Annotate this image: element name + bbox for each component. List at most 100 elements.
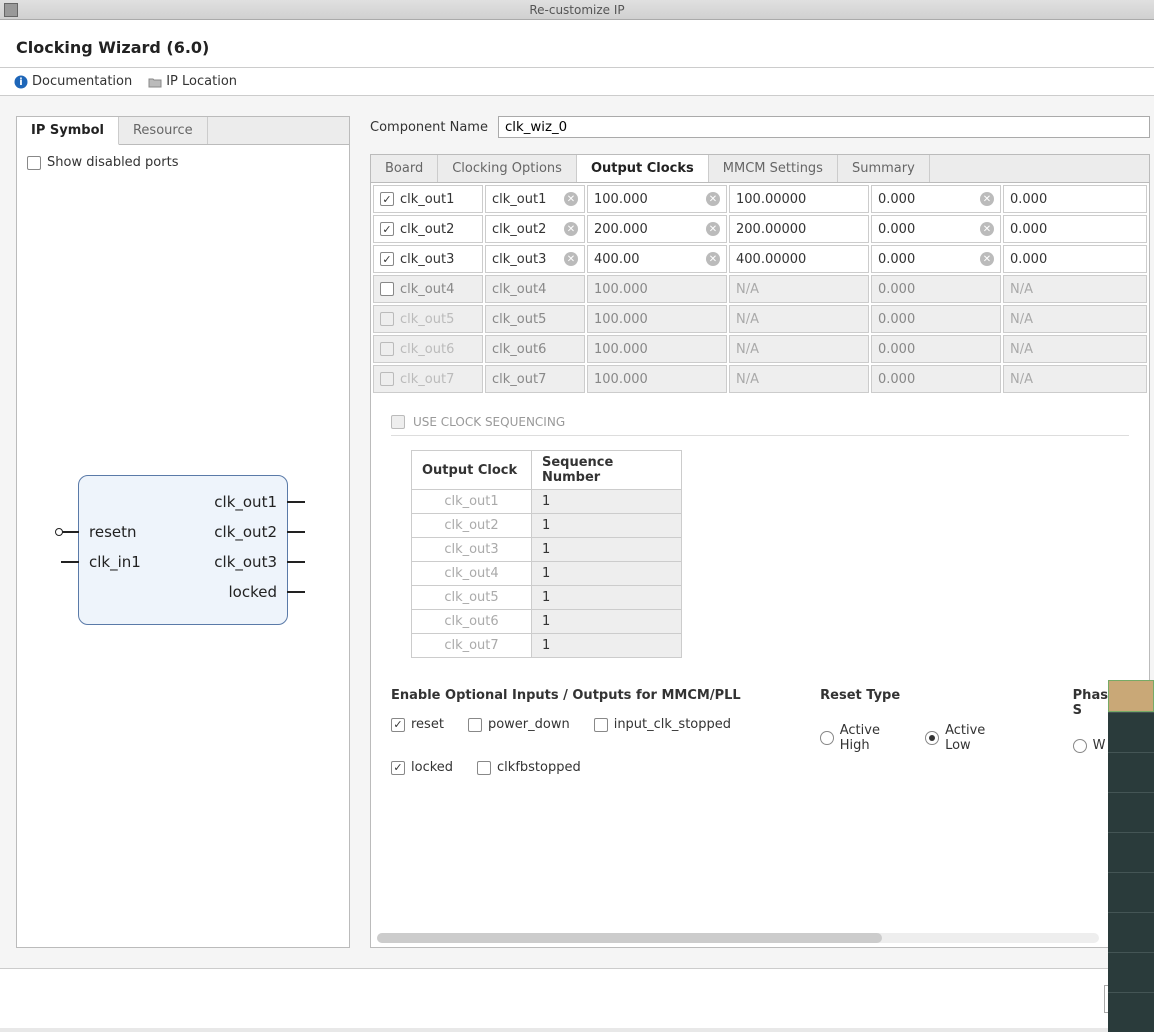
seq-col-sequence-number: Sequence Number — [532, 451, 682, 490]
reset-label: reset — [411, 717, 444, 732]
symbol-port-clk-in1: clk_in1 — [89, 553, 141, 571]
clk-actual-freq: 100.00000 — [736, 192, 806, 207]
power-down-label: power_down — [488, 717, 570, 732]
page-title: Clocking Wizard (6.0) — [0, 20, 1154, 68]
clk-enable-checkbox — [380, 342, 394, 356]
symbol-port-clk-out2: clk_out2 — [214, 523, 277, 541]
clk-name: clk_out7 — [400, 372, 454, 387]
clk-phase[interactable]: 0.000 — [878, 222, 915, 237]
clk-req-freq[interactable]: 400.00 — [594, 252, 640, 267]
clk-name: clk_out6 — [400, 342, 454, 357]
tab-clocking-options[interactable]: Clocking Options — [438, 155, 577, 182]
symbol-port-resetn: resetn — [89, 523, 137, 541]
reset-type-title: Reset Type — [820, 688, 1013, 703]
clk-req-freq[interactable]: 200.000 — [594, 222, 648, 237]
input-clk-stopped-checkbox[interactable] — [594, 718, 608, 732]
use-clock-sequencing-label: USE CLOCK SEQUENCING — [413, 415, 565, 429]
locked-checkbox[interactable] — [391, 761, 405, 775]
clear-icon[interactable]: ✕ — [980, 192, 994, 206]
clk-port[interactable]: clk_out2 — [492, 222, 546, 237]
clk-port[interactable]: clk_out3 — [492, 252, 546, 267]
clk-name: clk_out3 — [400, 252, 454, 267]
seq-clock-name: clk_out5 — [412, 586, 532, 610]
ip-location-label: IP Location — [166, 74, 237, 89]
phase-w-label: W — [1093, 738, 1106, 753]
sequence-table: Output Clock Sequence Number clk_out1 1cl… — [411, 450, 682, 658]
use-clock-sequencing-checkbox — [391, 415, 405, 429]
window-title: Re-customize IP — [0, 3, 1154, 17]
clear-icon[interactable]: ✕ — [564, 252, 578, 266]
clear-icon[interactable]: ✕ — [706, 192, 720, 206]
input-clk-stopped-label: input_clk_stopped — [614, 717, 731, 732]
clear-icon[interactable]: ✕ — [564, 222, 578, 236]
clk-duty: N/A — [1010, 342, 1033, 357]
reset-checkbox[interactable] — [391, 718, 405, 732]
seq-clock-name: clk_out1 — [412, 490, 532, 514]
clk-actual-freq: 400.00000 — [736, 252, 806, 267]
left-panel: IP Symbol Resource Show disabled ports r… — [16, 116, 350, 948]
clk-req-freq: 100.000 — [594, 372, 648, 387]
documentation-link[interactable]: i Documentation — [14, 74, 132, 89]
clk-req-freq[interactable]: 100.000 — [594, 192, 648, 207]
clk-enable-checkbox[interactable] — [380, 222, 394, 236]
clk-name: clk_out5 — [400, 312, 454, 327]
clk-duty: N/A — [1010, 312, 1033, 327]
clkfbstopped-checkbox[interactable] — [477, 761, 491, 775]
clk-actual-freq: 200.00000 — [736, 222, 806, 237]
seq-clock-name: clk_out3 — [412, 538, 532, 562]
seq-clock-name: clk_out4 — [412, 562, 532, 586]
clk-enable-checkbox[interactable] — [380, 252, 394, 266]
clk-phase[interactable]: 0.000 — [878, 192, 915, 207]
phase-w-radio[interactable] — [1073, 739, 1087, 753]
config-tabs: Board Clocking Options Output Clocks MMC… — [370, 154, 1150, 182]
show-disabled-ports-label: Show disabled ports — [47, 155, 178, 170]
symbol-port-locked: locked — [229, 583, 278, 601]
ip-location-link[interactable]: IP Location — [148, 74, 237, 89]
clk-port[interactable]: clk_out1 — [492, 192, 546, 207]
clear-icon[interactable]: ✕ — [706, 252, 720, 266]
tab-ip-symbol[interactable]: IP Symbol — [17, 117, 119, 145]
clk-req-freq: 100.000 — [594, 282, 648, 297]
clk-req-freq: 100.000 — [594, 312, 648, 327]
active-low-radio[interactable] — [925, 731, 939, 745]
seq-col-output-clock: Output Clock — [412, 451, 532, 490]
show-disabled-ports-checkbox[interactable] — [27, 156, 41, 170]
active-high-label: Active High — [840, 723, 912, 753]
clk-port: clk_out4 — [492, 282, 546, 297]
clk-phase[interactable]: 0.000 — [878, 252, 915, 267]
clk-duty: N/A — [1010, 282, 1033, 297]
ip-symbol-diagram: resetn clk_in1 .symbox .symportL:nth-of-… — [78, 475, 288, 625]
seq-clock-name: clk_out6 — [412, 610, 532, 634]
clk-actual-freq: N/A — [736, 282, 759, 297]
seq-number: 1 — [532, 562, 682, 586]
clear-icon[interactable]: ✕ — [980, 222, 994, 236]
component-name-input[interactable] — [498, 116, 1150, 138]
horizontal-scrollbar[interactable] — [377, 933, 1099, 943]
clk-duty: 0.000 — [1010, 192, 1047, 207]
clk-actual-freq: N/A — [736, 342, 759, 357]
left-tabs: IP Symbol Resource — [17, 117, 349, 145]
active-high-radio[interactable] — [820, 731, 834, 745]
clear-icon[interactable]: ✕ — [564, 192, 578, 206]
symbol-port-clk-out1: clk_out1 — [214, 493, 277, 511]
power-down-checkbox[interactable] — [468, 718, 482, 732]
clkfbstopped-label: clkfbstopped — [497, 760, 581, 775]
symbol-port-clk-out3: clk_out3 — [214, 553, 277, 571]
clk-enable-checkbox — [380, 372, 394, 386]
clk-enable-checkbox[interactable] — [380, 282, 394, 296]
component-name-label: Component Name — [370, 120, 488, 135]
clk-actual-freq: N/A — [736, 372, 759, 387]
window-titlebar: Re-customize IP — [0, 0, 1154, 20]
folder-icon — [148, 75, 162, 89]
tab-output-clocks[interactable]: Output Clocks — [577, 155, 709, 183]
clk-enable-checkbox[interactable] — [380, 192, 394, 206]
clk-port: clk_out6 — [492, 342, 546, 357]
active-low-label: Active Low — [945, 723, 1013, 753]
clear-icon[interactable]: ✕ — [706, 222, 720, 236]
tab-resource[interactable]: Resource — [119, 117, 208, 144]
tab-summary[interactable]: Summary — [838, 155, 930, 182]
tab-board[interactable]: Board — [371, 155, 438, 182]
clk-port: clk_out5 — [492, 312, 546, 327]
tab-mmcm-settings[interactable]: MMCM Settings — [709, 155, 838, 182]
clear-icon[interactable]: ✕ — [980, 252, 994, 266]
